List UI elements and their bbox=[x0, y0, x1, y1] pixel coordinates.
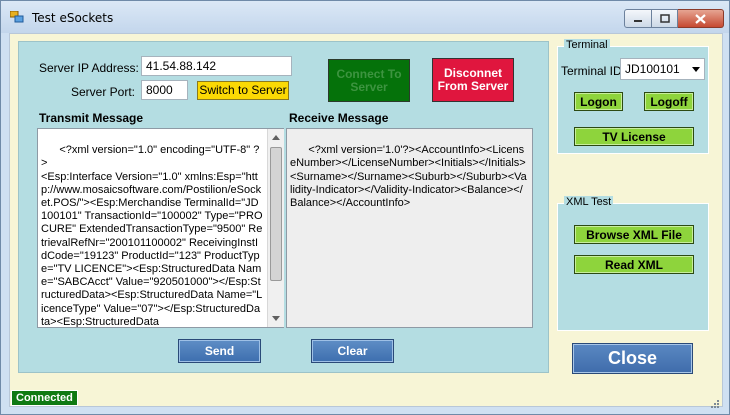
minimize-icon bbox=[634, 19, 642, 22]
receive-message-textarea[interactable]: <?xml version='1.0'?><AccountInfo><Licen… bbox=[286, 128, 533, 328]
terminal-id-label: Terminal ID: bbox=[561, 64, 626, 78]
transmit-message-title: Transmit Message bbox=[39, 111, 144, 125]
send-button[interactable]: Send bbox=[178, 339, 261, 363]
receive-message-title: Receive Message bbox=[289, 111, 389, 125]
scroll-up-arrow[interactable] bbox=[268, 129, 284, 145]
server-ip-label: Server IP Address: bbox=[39, 61, 139, 75]
disconnect-from-server-button[interactable]: Disconnet From Server bbox=[432, 58, 514, 102]
logon-button[interactable]: Logon bbox=[574, 92, 623, 111]
transmit-message-text: <?xml version="1.0" encoding="UTF-8" ?> … bbox=[41, 144, 263, 328]
terminal-group-title: Terminal bbox=[564, 39, 610, 51]
read-xml-button[interactable]: Read XML bbox=[574, 255, 694, 274]
title-bar[interactable]: Test eSockets bbox=[1, 1, 729, 33]
app-window-icon bbox=[10, 11, 24, 23]
window-controls bbox=[624, 9, 724, 28]
server-port-label: Server Port: bbox=[71, 85, 136, 99]
message-panel: Server IP Address: 41.54.88.142 Server P… bbox=[18, 41, 549, 373]
terminal-id-select[interactable]: JD100101 bbox=[620, 58, 705, 80]
app-window: Test eSockets Server IP Address: 41.54.8… bbox=[0, 0, 730, 415]
close-button[interactable]: Close bbox=[572, 343, 693, 374]
server-port-input[interactable]: 8000 bbox=[141, 80, 188, 100]
transmit-scrollbar[interactable] bbox=[267, 129, 284, 327]
minimize-button[interactable] bbox=[624, 9, 652, 28]
chevron-up-icon bbox=[272, 134, 280, 140]
status-bar: Connected bbox=[9, 388, 723, 407]
scroll-thumb[interactable] bbox=[270, 147, 282, 281]
terminal-id-value: JD100101 bbox=[625, 62, 680, 76]
window-title: Test eSockets bbox=[32, 11, 114, 25]
logoff-button[interactable]: Logoff bbox=[644, 92, 694, 111]
scroll-down-arrow[interactable] bbox=[268, 310, 284, 326]
clear-button[interactable]: Clear bbox=[311, 339, 394, 363]
close-window-button[interactable] bbox=[678, 9, 724, 28]
chevron-down-icon bbox=[272, 315, 280, 321]
maximize-button[interactable] bbox=[652, 9, 678, 28]
chevron-down-icon bbox=[692, 67, 700, 72]
receive-message-text: <?xml version='1.0'?><AccountInfo><Licen… bbox=[290, 144, 527, 210]
tv-license-button[interactable]: TV License bbox=[574, 127, 694, 146]
close-x-icon bbox=[695, 13, 706, 24]
connection-status-badge: Connected bbox=[11, 390, 78, 406]
resize-grip-icon[interactable] bbox=[708, 399, 720, 411]
xml-test-group: XML Test Browse XML File Read XML bbox=[557, 196, 709, 331]
maximize-icon bbox=[659, 14, 670, 23]
transmit-message-textarea[interactable]: <?xml version="1.0" encoding="UTF-8" ?> … bbox=[37, 128, 284, 328]
server-ip-input[interactable]: 41.54.88.142 bbox=[141, 56, 292, 76]
xml-test-group-title: XML Test bbox=[564, 196, 614, 208]
terminal-group: Terminal Terminal ID: JD100101 Logon Log… bbox=[557, 39, 709, 154]
switch-to-server-button[interactable]: Switch to Server bbox=[197, 81, 289, 100]
browse-xml-file-button[interactable]: Browse XML File bbox=[574, 225, 694, 244]
connect-to-server-button[interactable]: Connect To Server bbox=[328, 59, 410, 102]
